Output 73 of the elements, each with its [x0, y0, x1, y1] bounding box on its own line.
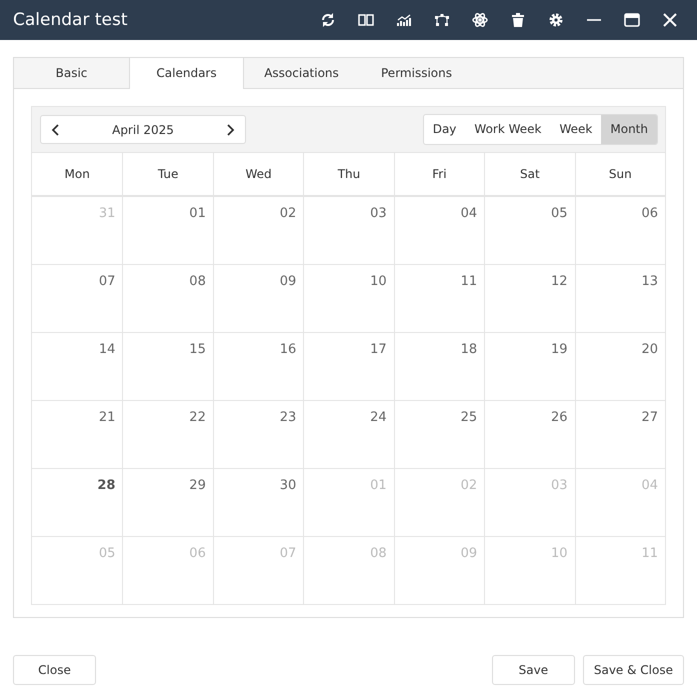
book-icon[interactable] — [358, 12, 374, 28]
day-number: 10 — [370, 274, 387, 289]
delete-icon[interactable] — [510, 12, 526, 28]
day-number: 11 — [460, 274, 478, 289]
day-number: 06 — [189, 546, 206, 561]
day-number: 30 — [280, 478, 296, 493]
day-number: 07 — [98, 274, 116, 289]
day-number: 22 — [189, 410, 206, 425]
chevron-left-icon[interactable] — [51, 122, 61, 136]
refresh-icon[interactable] — [320, 12, 336, 28]
day-number: 15 — [189, 342, 206, 357]
view-button[interactable]: Week — [550, 115, 602, 144]
day-number: 02 — [460, 478, 478, 493]
day-number: 01 — [370, 478, 387, 493]
day-number: 05 — [98, 546, 116, 561]
view-button[interactable]: Day — [424, 115, 466, 144]
day-number: 12 — [551, 274, 568, 289]
day-number: 04 — [641, 478, 658, 493]
view-button[interactable]: Month — [601, 115, 657, 144]
settings-icon[interactable] — [548, 12, 564, 28]
tab[interactable]: Basic — [14, 58, 129, 89]
day-number: 08 — [370, 546, 387, 561]
day-number: 07 — [280, 546, 296, 561]
tab[interactable]: Calendars — [129, 58, 244, 89]
chevron-right-icon[interactable] — [225, 122, 235, 136]
footer-button[interactable]: Close — [13, 655, 96, 685]
view-button[interactable]: Work Week — [465, 115, 550, 144]
day-number: 14 — [98, 342, 116, 357]
day-number: 09 — [280, 274, 296, 289]
day-number: 02 — [280, 206, 296, 221]
day-number: 28 — [97, 478, 116, 493]
day-number: 11 — [641, 546, 658, 561]
day-number: 25 — [460, 410, 478, 425]
day-number: 16 — [280, 342, 296, 357]
day-number: 23 — [280, 410, 296, 425]
day-number: 08 — [189, 274, 206, 289]
weekday-header: Tue — [122, 152, 213, 196]
chart-icon[interactable] — [396, 12, 412, 28]
day-number: 18 — [460, 342, 478, 357]
weekday-header: Sat — [484, 152, 575, 196]
day-number: 09 — [460, 546, 478, 561]
footer-button[interactable]: Save — [492, 655, 575, 685]
close-icon[interactable] — [662, 12, 678, 28]
day-number: 24 — [370, 410, 387, 425]
day-number: 20 — [641, 342, 658, 357]
day-number: 27 — [641, 410, 658, 425]
day-number: 06 — [641, 206, 658, 221]
weekday-header: Thu — [303, 152, 394, 196]
atom-icon[interactable] — [472, 12, 488, 28]
day-number: 03 — [551, 478, 568, 493]
weekday-header: Wed — [212, 152, 304, 196]
day-number: 10 — [551, 546, 568, 561]
day-number: 05 — [551, 206, 568, 221]
day-number: 03 — [370, 206, 387, 221]
day-number: 17 — [370, 342, 387, 357]
day-number: 01 — [189, 206, 206, 221]
weekday-header: Sun — [574, 152, 665, 196]
day-number: 26 — [551, 410, 568, 425]
month-label: April 2025 — [111, 122, 175, 136]
maximize-icon[interactable] — [624, 12, 640, 28]
tab[interactable]: Associations — [244, 58, 359, 89]
footer-button[interactable]: Save & Close — [582, 655, 684, 685]
weekday-header: Fri — [394, 152, 484, 196]
tab[interactable]: Permissions — [359, 58, 474, 89]
window-title: Calendar test — [13, 10, 128, 30]
day-number: 19 — [551, 342, 568, 357]
day-number: 29 — [189, 478, 206, 493]
nodes-icon[interactable] — [434, 12, 450, 28]
day-number: 31 — [98, 206, 116, 221]
day-number: 13 — [641, 274, 658, 289]
day-number: 04 — [460, 206, 478, 221]
weekday-header: Mon — [32, 152, 122, 196]
day-number: 21 — [98, 410, 116, 425]
